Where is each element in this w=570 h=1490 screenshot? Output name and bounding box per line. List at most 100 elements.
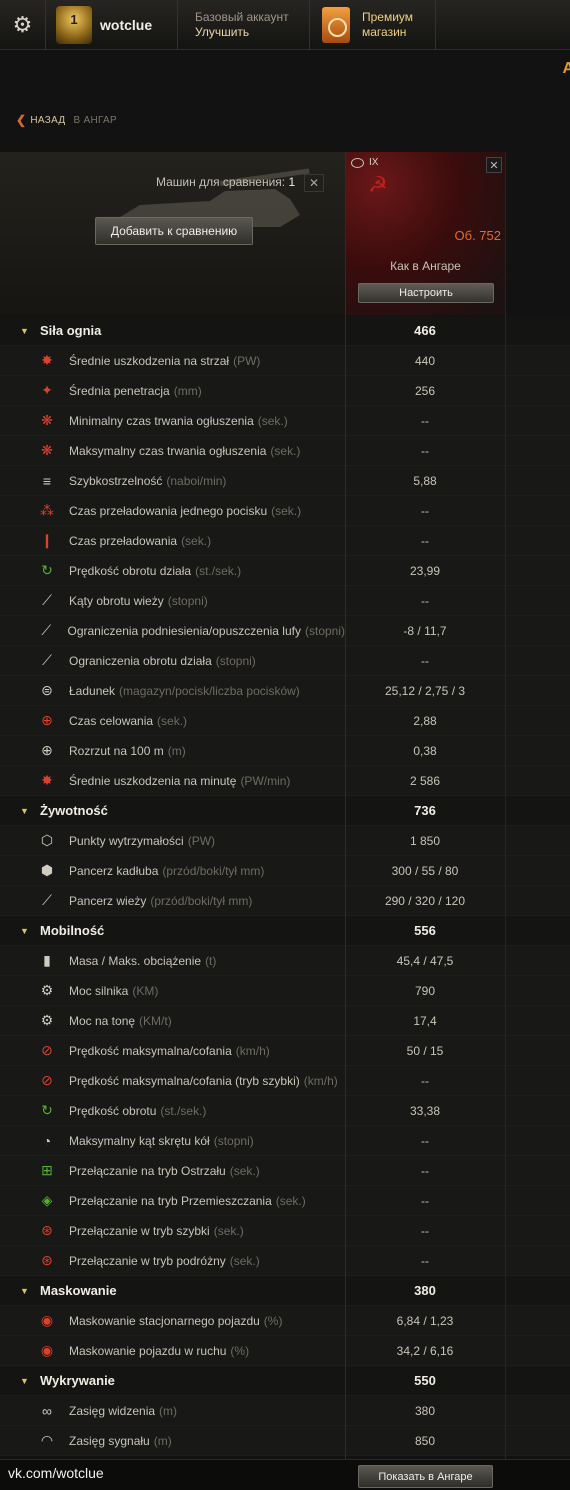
- gun-arc-icon: ⟋: [42, 652, 52, 668]
- stat-name: Przełączanie w tryb podróżny: [69, 1253, 226, 1268]
- hitpoints-icon: ⬡: [40, 832, 54, 848]
- power-ratio-icon: ⚙: [40, 1012, 54, 1028]
- vk-link[interactable]: vk.com/wotclue: [8, 1465, 104, 1481]
- add-to-compare-button[interactable]: Добавить к сравнению: [95, 217, 253, 245]
- stun-min-icon: ❋: [41, 412, 53, 428]
- stat-value: --: [421, 653, 429, 668]
- stat-unit: (sek.): [229, 1253, 260, 1268]
- premium-shop-button[interactable]: Премиум магазин: [310, 0, 436, 50]
- stat-name: Średnie uszkodzenia na strzał: [69, 353, 230, 368]
- category-row[interactable]: ▼ Wykrywanie 550: [0, 1366, 570, 1396]
- stat-value: 440: [414, 353, 436, 368]
- stat-value: --: [421, 593, 429, 608]
- category-row[interactable]: ▼ Siła ognia 466: [0, 316, 570, 346]
- breadcrumb: ❮ НАЗАД В АНГАР: [16, 113, 117, 127]
- stat-name: Prędkość obrotu działa: [69, 563, 192, 578]
- stat-row: ✸ Średnie uszkodzenia na minutę (PW/min) 2 …: [0, 766, 570, 796]
- category-row[interactable]: ▼ Mobilność 556: [0, 916, 570, 946]
- magazine-icon: ⊜: [41, 682, 53, 698]
- stat-name: Przełączanie na tryb Ostrzału: [69, 1163, 226, 1178]
- chevron-down-icon: ▼: [20, 805, 29, 816]
- stat-unit: (PW/min): [240, 773, 291, 788]
- account-status[interactable]: Базовый аккаунт Улучшить: [178, 0, 310, 50]
- speed-icon: ⊘: [41, 1042, 53, 1058]
- category-row[interactable]: ▼ Żywotność 736: [0, 796, 570, 826]
- ussr-flag-icon: ☭: [368, 172, 388, 197]
- back-button[interactable]: ❮ НАЗАД: [16, 113, 65, 127]
- hangar-link[interactable]: В АНГАР: [73, 115, 117, 126]
- stat-name: Czas celowania: [69, 713, 154, 728]
- stat-unit: (sek.): [257, 413, 288, 428]
- column-divider: [505, 152, 506, 1460]
- siege-mode-icon: ⊞: [41, 1162, 53, 1178]
- stat-value: --: [421, 1193, 429, 1208]
- settings-button[interactable]: ⚙: [0, 0, 46, 50]
- category-name: Żywotność: [40, 803, 108, 818]
- user-profile[interactable]: 1 wotclue: [46, 0, 178, 50]
- compare-count-label: Машин для сравнения:: [156, 175, 286, 189]
- turret-armor-icon: ⟋: [42, 892, 52, 908]
- stat-value: 5,88: [413, 473, 437, 488]
- stat-name: Moc silnika: [69, 983, 129, 998]
- chevron-down-icon: ▼: [20, 925, 29, 936]
- stat-name: Szybkostrzelność: [69, 473, 163, 488]
- stat-row: ⬢ Pancerz kadłuba (przód/boki/tył mm) 300 /…: [0, 856, 570, 886]
- clear-compare-button[interactable]: ✕: [304, 174, 324, 192]
- stat-value: --: [421, 443, 429, 458]
- category-name: Mobilność: [40, 923, 105, 938]
- stat-name: Minimalny czas trwania ogłuszenia: [69, 413, 254, 428]
- category-value: 466: [414, 323, 436, 338]
- chevron-down-icon: ▼: [20, 325, 29, 336]
- category-value: 556: [414, 923, 436, 938]
- back-label: НАЗАД: [30, 114, 66, 126]
- stat-row: ◉ Maskowanie stacjonarnego pojazdu (%) 6,84…: [0, 1306, 570, 1336]
- stat-name: Rozrzut na 100 m: [69, 743, 164, 758]
- elevation-icon: ⟋: [41, 622, 52, 638]
- aim-time-icon: ⊕: [41, 712, 53, 728]
- stat-unit: (przód/boki/tył mm): [162, 863, 265, 878]
- stat-unit: (sek.): [213, 1223, 244, 1238]
- stat-value: --: [421, 1073, 429, 1088]
- column-divider: [345, 152, 346, 1460]
- stat-value: --: [421, 1253, 429, 1268]
- stat-value: 25,12 / 2,75 / 3: [384, 683, 466, 698]
- show-in-hangar-button[interactable]: Показать в Ангаре: [358, 1465, 493, 1488]
- stat-value: 290 / 320 / 120: [384, 893, 466, 908]
- rate-of-fire-icon: ≡: [42, 472, 52, 489]
- stat-unit: (sek.): [275, 1193, 306, 1208]
- stat-value: --: [421, 1223, 429, 1238]
- stat-row: ↻ Prędkość obrotu (st./sek.) 33,38: [0, 1096, 570, 1126]
- top-bar: ⚙ 1 wotclue Базовый аккаунт Улучшить Пре…: [0, 0, 570, 50]
- tank-name: Об. 752: [454, 228, 501, 243]
- stat-name: Moc na tonę: [69, 1013, 136, 1028]
- engine-icon: ⚙: [40, 982, 54, 998]
- stat-row: ◠ Zasięg sygnału (m) 850: [0, 1426, 570, 1456]
- stat-unit: (magazyn/pocisk/liczba pocisków): [119, 683, 300, 698]
- hull-traverse-icon: ↻: [41, 1102, 53, 1118]
- stat-value: 850: [414, 1433, 436, 1448]
- stat-row: ✦ Średnia penetracja (mm) 256: [0, 376, 570, 406]
- edge-letter: A: [562, 60, 570, 77]
- penetration-icon: ✦: [41, 382, 53, 398]
- stat-name: Zasięg sygnału: [69, 1433, 150, 1448]
- stat-row: ⚙ Moc na tonę (KM/t) 17,4: [0, 1006, 570, 1036]
- weight-icon: ▮: [43, 952, 51, 968]
- stat-name: Prędkość maksymalna/cofania (tryb szybki…: [69, 1073, 300, 1088]
- stat-unit: (sek.): [229, 1163, 260, 1178]
- cruise-mode-icon: ⊛: [41, 1252, 53, 1268]
- stat-value: 2,88: [413, 713, 437, 728]
- stat-name: Ograniczenia obrotu działa: [69, 653, 212, 668]
- stat-name: Średnia penetracja: [69, 383, 170, 398]
- category-row[interactable]: ▼ Maskowanie 380: [0, 1276, 570, 1306]
- stat-row: ⊞ Przełączanie na tryb Ostrzału (sek.) --: [0, 1156, 570, 1186]
- remove-tank-button[interactable]: ✕: [486, 157, 502, 173]
- tank-class-icon: [351, 157, 364, 168]
- configure-button[interactable]: Настроить: [358, 283, 494, 303]
- stat-unit: (%): [230, 1343, 250, 1358]
- upgrade-link[interactable]: Улучшить: [195, 25, 249, 40]
- stat-row: ❋ Minimalny czas trwania ogłuszenia (sek.)…: [0, 406, 570, 436]
- stat-name: Maskowanie pojazdu w ruchu: [69, 1343, 227, 1358]
- stat-name: Maksymalny czas trwania ogłuszenia: [69, 443, 267, 458]
- category-value: 380: [414, 1283, 436, 1298]
- chevron-left-icon: ❮: [16, 113, 27, 127]
